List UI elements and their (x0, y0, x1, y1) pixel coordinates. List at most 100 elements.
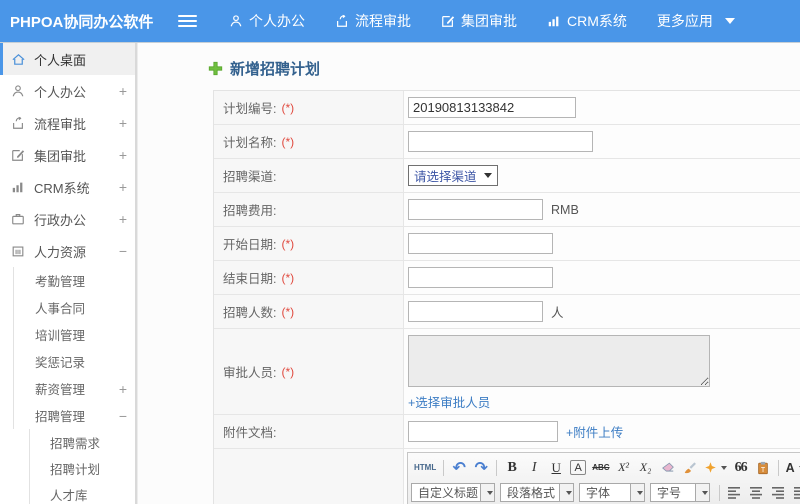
expand-toggle: + (118, 380, 127, 397)
bar-chart-icon (547, 14, 561, 28)
expand-toggle: + (118, 83, 127, 99)
sidebar-item-personnel-contract[interactable]: 人事合同 (13, 294, 135, 321)
align-center-button[interactable] (747, 483, 767, 503)
nav-personal-office[interactable]: 个人办公 (229, 11, 305, 31)
sidebar-item-talent-pool[interactable]: 人才库 (29, 481, 135, 504)
form-row-channel: 招聘渠道: 请选择渠道 (214, 159, 800, 193)
form-row-plan-no: 计划编号: (*) (214, 91, 800, 125)
chevron-down-icon (486, 490, 493, 495)
form-row-plan-name: 计划名称: (*) (214, 125, 800, 159)
svg-text:T: T (760, 466, 765, 473)
sidebar-item-salary-mgmt[interactable]: 薪资管理 + (13, 375, 135, 402)
align-right-button[interactable] (769, 483, 789, 503)
sidebar-item-recruit-mgmt[interactable]: 招聘管理 − (13, 402, 135, 429)
sidebar: 个人桌面 个人办公 + 流程审批 + 集团审批 + CRM系统 + 行政办公 + (0, 43, 137, 504)
bold-button[interactable]: B (502, 458, 522, 478)
sidebar-item-personal-desktop[interactable]: 个人桌面 (0, 43, 135, 75)
redo-button[interactable]: ↷ (471, 458, 491, 478)
sidebar-item-attendance-mgmt[interactable]: 考勤管理 (13, 267, 135, 294)
align-left-button[interactable] (725, 483, 745, 503)
briefcase-icon (10, 212, 26, 226)
home-icon (10, 52, 26, 67)
field-label: 计划名称: (223, 136, 277, 150)
headcount-input[interactable] (408, 301, 543, 322)
user-icon (10, 84, 26, 98)
required-mark: (*) (281, 100, 295, 115)
sidebar-item-workflow-approval[interactable]: 流程审批 + (0, 107, 135, 139)
paste-button[interactable]: T (753, 458, 773, 478)
attachment-input[interactable] (408, 421, 558, 442)
unit-suffix: 人 (551, 306, 564, 320)
superscript-button[interactable]: X² (614, 458, 634, 478)
user-icon (229, 14, 243, 28)
form-row-attachment: 附件文档: +附件上传 (214, 415, 800, 449)
italic-button[interactable]: I (524, 458, 544, 478)
sidebar-item-human-resources[interactable]: 人力资源 − (0, 235, 135, 267)
select-approver-link[interactable]: +选择审批人员 (408, 392, 490, 411)
form-row-approver: 审批人员: (*) +选择审批人员 (214, 329, 800, 415)
plan-name-input[interactable] (408, 131, 593, 152)
expand-toggle: + (118, 115, 127, 131)
form-row-end-date: 结束日期: (*) (214, 261, 800, 295)
approver-textarea[interactable] (408, 335, 710, 387)
nav-workflow-approval[interactable]: 流程审批 (335, 11, 411, 31)
plan-no-input[interactable] (408, 97, 576, 118)
form-row-fee: 招聘费用: RMB (214, 193, 800, 227)
recruit-plan-form: 计划编号: (*) 计划名称: (*) 招聘渠道: 请选择渠道 招聘费用: RMB (213, 90, 800, 504)
heading-select[interactable]: 自定义标题 (411, 483, 495, 502)
form-row-content-editor: HTML ↶ ↷ B I U A ABC X² X₂ 66 T A 自定义标题 … (214, 449, 800, 504)
nav-crm-system[interactable]: CRM系统 (547, 11, 627, 31)
align-justify-button[interactable] (791, 483, 800, 503)
sidebar-item-crm-system[interactable]: CRM系统 + (0, 171, 135, 203)
app-logo: PHPOA协同办公软件 (10, 13, 154, 31)
chevron-down-icon (565, 490, 572, 495)
subscript-button[interactable]: X₂ (636, 458, 656, 478)
sidebar-item-admin-office[interactable]: 行政办公 + (0, 203, 135, 235)
required-mark: (*) (281, 364, 295, 379)
sidebar-item-training-mgmt[interactable]: 培训管理 (13, 321, 135, 348)
font-size-select[interactable]: 字号 (650, 483, 710, 502)
add-icon (208, 61, 223, 76)
html-source-button[interactable]: HTML (412, 458, 438, 478)
share-icon (10, 116, 26, 130)
strikethrough-button[interactable]: ABC (590, 458, 611, 478)
sidebar-item-group-approval[interactable]: 集团审批 + (0, 139, 135, 171)
expand-toggle: + (118, 179, 127, 195)
blockquote-button[interactable]: 66 (731, 458, 751, 478)
sidebar-item-personal-office[interactable]: 个人办公 + (0, 75, 135, 107)
fee-input[interactable] (408, 199, 543, 220)
underline-button[interactable]: U (546, 458, 566, 478)
attachment-upload-link[interactable]: +附件上传 (566, 422, 623, 441)
page-title: 新增招聘计划 (230, 61, 321, 78)
page-title-row: 新增招聘计划 (138, 43, 800, 90)
sidebar-item-recruit-plan[interactable]: 招聘计划 (29, 455, 135, 481)
font-border-button[interactable]: A (570, 460, 587, 475)
paragraph-format-select[interactable]: 段落格式 (500, 483, 574, 502)
expand-toggle: + (118, 211, 127, 227)
menu-toggle-icon[interactable] (178, 15, 197, 27)
sidebar-item-reward-punishment[interactable]: 奖惩记录 (13, 348, 135, 375)
sidebar-item-recruit-demand[interactable]: 招聘需求 (29, 429, 135, 455)
field-label: 计划编号: (223, 102, 277, 116)
channel-select[interactable]: 请选择渠道 (408, 165, 498, 186)
field-label: 附件文档: (223, 426, 277, 440)
chevron-down-icon (701, 490, 708, 495)
building-icon (10, 244, 26, 258)
start-date-input[interactable] (408, 233, 553, 254)
top-nav: 个人办公 流程审批 集团审批 CRM系统 更多应用 (229, 11, 765, 31)
undo-button[interactable]: ↶ (449, 458, 469, 478)
field-label: 结束日期: (223, 272, 277, 286)
chevron-down-icon (483, 173, 492, 178)
font-family-select[interactable]: 字体 (579, 483, 645, 502)
end-date-input[interactable] (408, 267, 553, 288)
form-row-headcount: 招聘人数: (*) 人 (214, 295, 800, 329)
top-navbar: PHPOA协同办公软件 个人办公 流程审批 集团审批 CRM系统 更多应用 (0, 0, 800, 42)
eraser-button[interactable] (658, 458, 678, 478)
required-mark: (*) (281, 236, 295, 251)
color-splash-button[interactable] (702, 458, 729, 478)
font-color-button[interactable]: A (784, 458, 800, 478)
format-brush-button[interactable] (680, 458, 700, 478)
nav-group-approval[interactable]: 集团审批 (441, 11, 517, 31)
main-content: 新增招聘计划 计划编号: (*) 计划名称: (*) 招聘渠道: 请选择渠道 (137, 43, 800, 504)
nav-more-apps[interactable]: 更多应用 (657, 11, 735, 31)
